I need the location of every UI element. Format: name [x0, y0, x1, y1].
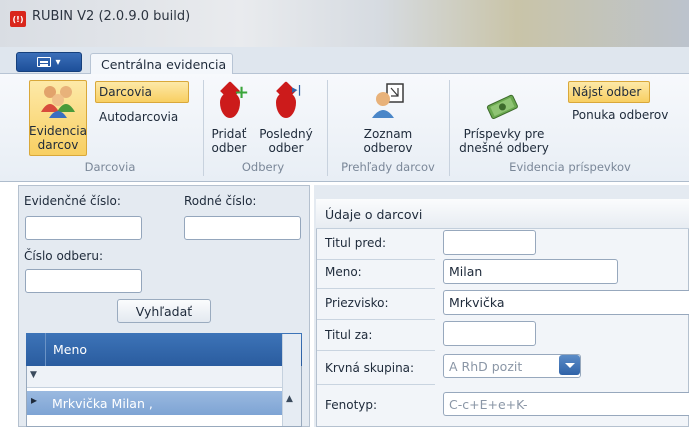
pridat-odber-label-1[interactable]: Pridať — [204, 127, 254, 141]
chevron-down-icon[interactable] — [559, 355, 580, 375]
money-icon — [486, 94, 518, 120]
najst-odber-label: Nájsť odber — [572, 85, 642, 99]
collection-number-label: Číslo odberu: — [24, 249, 103, 263]
birth-number-input[interactable] — [184, 216, 301, 240]
posledny-odber-label-2[interactable]: odber — [256, 141, 316, 155]
chevron-down-icon: ▾ — [55, 56, 61, 68]
evidence-number-input[interactable] — [25, 216, 142, 240]
grid-scrollbar[interactable] — [282, 334, 301, 426]
zoznam-odberov-label-2[interactable]: odberov — [340, 141, 436, 155]
autodarcovia-button[interactable]: Autodarcovia — [99, 110, 178, 124]
app-menu-button[interactable]: ▾ — [16, 52, 82, 72]
field-label-krvna-skupina: Krvná skupina: — [325, 361, 415, 375]
tab-centralna-evidencia[interactable]: Centrálna evidencia — [90, 53, 233, 75]
titul-za-input[interactable] — [443, 321, 536, 346]
filter-icon[interactable]: ▼ — [30, 370, 37, 380]
grid-filter-row[interactable] — [27, 366, 301, 388]
field-label-meno: Meno: — [325, 265, 362, 279]
group-label-prehlady: Prehľady darcov — [341, 160, 435, 174]
group-label-prispevky: Evidencia príspevkov — [509, 160, 631, 174]
birth-number-label: Rodné číslo: — [184, 194, 257, 208]
fenotyp-input[interactable]: C-c+E+e+K- — [443, 392, 689, 416]
window-title: RUBIN V2 (2.0.9.0 build) — [32, 9, 191, 24]
ponuka-odberov-button[interactable]: Ponuka odberov — [572, 108, 668, 122]
search-button[interactable]: Vyhľadať — [117, 299, 211, 323]
group-separator — [327, 80, 328, 176]
zoznam-odberov-label-1[interactable]: Zoznam — [340, 127, 436, 141]
priezvisko-input[interactable]: Mrkvička — [443, 290, 689, 315]
row-divider — [317, 384, 435, 385]
darcovia-label: Darcovia — [99, 85, 152, 99]
grid-header-divider — [45, 333, 46, 366]
row-divider — [317, 259, 435, 260]
group-label-darcovia: Darcovia — [84, 160, 136, 174]
titul-pred-input[interactable] — [443, 230, 536, 255]
field-label-priezvisko: Priezvisko: — [325, 296, 389, 310]
field-label-titul-za: Titul za: — [325, 328, 373, 342]
last-collection-icon: ▸| — [276, 84, 302, 118]
column-header-meno[interactable]: Meno — [53, 342, 87, 357]
row-divider — [317, 350, 435, 351]
field-label-fenotyp: Fenotyp: — [325, 398, 378, 412]
field-label-titul-pred: Titul pred: — [325, 236, 387, 250]
scroll-up-icon[interactable]: ▲ — [286, 394, 293, 404]
donor-list-icon — [372, 83, 404, 118]
app-icon: (!) — [10, 11, 26, 27]
row-divider — [317, 319, 435, 320]
section-title: Údaje o darcovi — [325, 207, 423, 222]
group-label-odbery: Odbery — [241, 160, 285, 174]
prispevky-label-2[interactable]: dnešné odbery — [452, 141, 556, 155]
add-collection-icon: + — [220, 84, 249, 118]
pridat-odber-label-2[interactable]: odber — [204, 141, 254, 155]
meno-input[interactable]: Milan — [443, 259, 618, 284]
posledny-odber-label-1[interactable]: Posledný — [256, 127, 316, 141]
table-row-name: Mrkvička Milan , — [52, 396, 153, 411]
evidence-number-label: Evidenčné číslo: — [24, 194, 121, 208]
evidencia-darcov-label-2: darcov — [37, 138, 79, 152]
collection-number-input[interactable] — [25, 269, 142, 293]
menu-icon — [37, 57, 52, 67]
group-separator — [449, 80, 450, 176]
row-divider — [317, 288, 435, 289]
donors-icon — [41, 86, 75, 118]
prispevky-label-1[interactable]: Príspevky pre — [452, 127, 556, 141]
row-selector-icon: ▸ — [31, 393, 38, 407]
evidencia-darcov-label-1: Evidencia — [29, 124, 87, 138]
